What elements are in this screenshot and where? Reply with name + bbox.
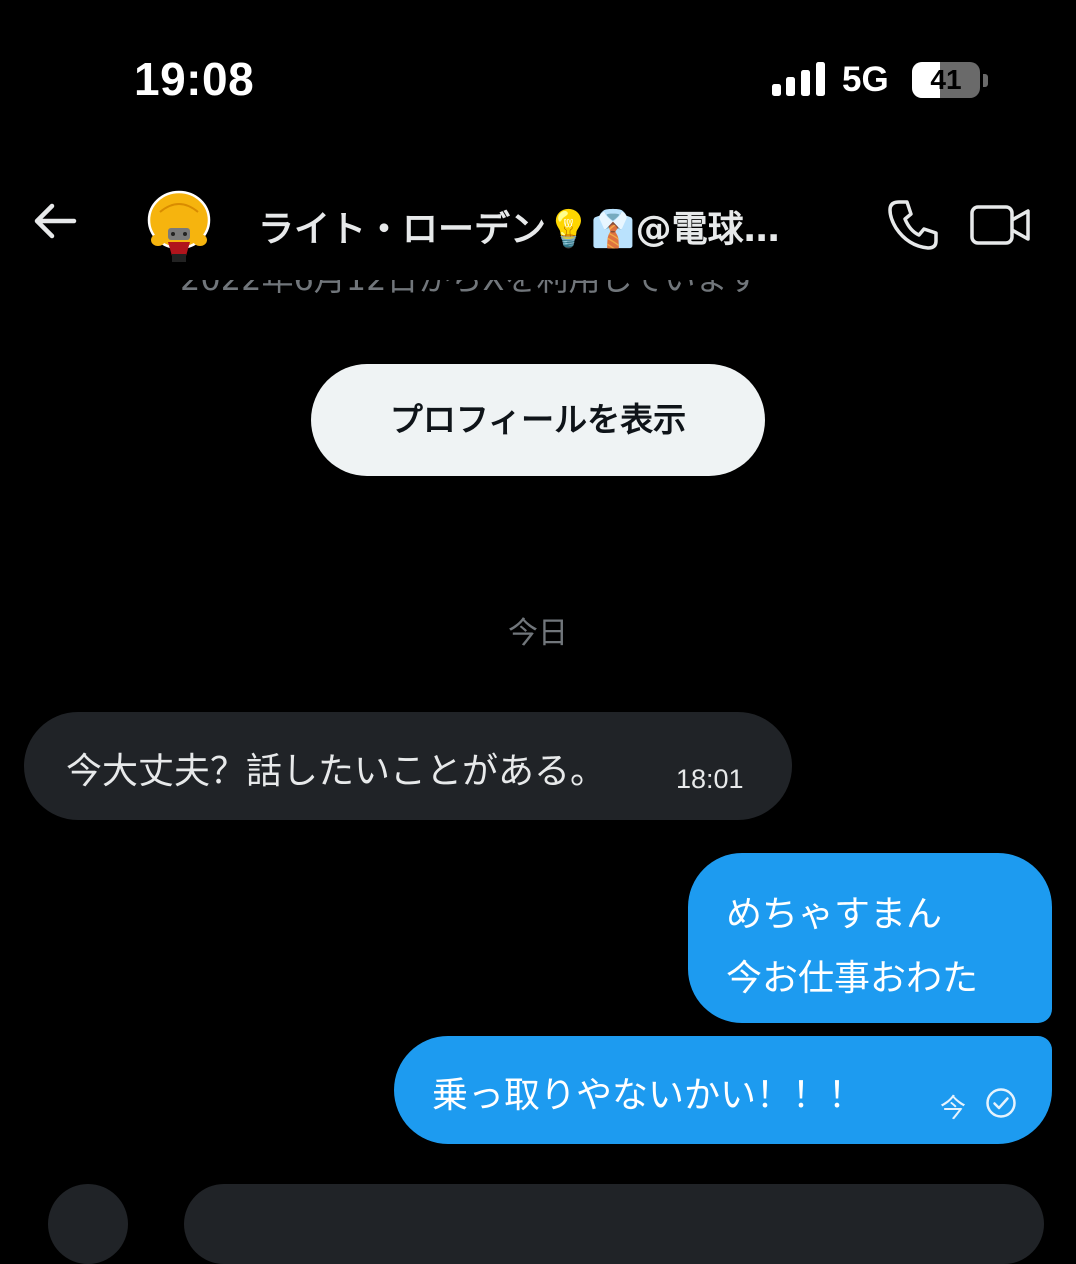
read-check-icon — [986, 1088, 1016, 1118]
message-text: 乗っ取りやないかい！！！ — [432, 1075, 865, 1116]
composer-media-button[interactable] — [48, 1184, 128, 1264]
network-type: 5G — [842, 60, 889, 99]
conversation-header: ライト・ローデン💡👔@電球… — [0, 170, 1076, 280]
battery-icon: 41 — [912, 62, 988, 100]
message-text-line: 今お仕事おわた — [726, 958, 979, 999]
date-divider: 今日 — [508, 616, 568, 651]
status-time: 19:08 — [134, 53, 255, 105]
view-profile-button[interactable]: プロフィールを表示 — [311, 364, 765, 476]
status-bar: 19:08 5G 41 — [0, 0, 1076, 160]
message-text: 今大丈夫？話したいことがある。 — [66, 751, 607, 792]
message-input[interactable] — [184, 1184, 1044, 1264]
sent-message[interactable]: めちゃすまん 今お仕事おわた — [688, 853, 1052, 1023]
signal-strength-icon — [772, 62, 825, 96]
received-message[interactable]: 今大丈夫？話したいことがある。 18:01 — [24, 712, 792, 820]
phone-call-icon[interactable] — [884, 196, 942, 254]
battery-level: 41 — [930, 64, 962, 95]
message-time: 今 — [940, 1094, 967, 1124]
video-call-icon[interactable] — [968, 198, 1032, 252]
sent-message[interactable]: 乗っ取りやないかい！！！ 今 — [394, 1036, 1052, 1144]
message-time: 18:01 — [676, 764, 744, 794]
back-arrow-icon[interactable] — [26, 192, 84, 250]
message-text-line: めちゃすまん — [726, 894, 943, 935]
contact-name[interactable]: ライト・ローデン💡👔@電球… — [258, 200, 858, 252]
contact-avatar[interactable] — [144, 190, 214, 266]
